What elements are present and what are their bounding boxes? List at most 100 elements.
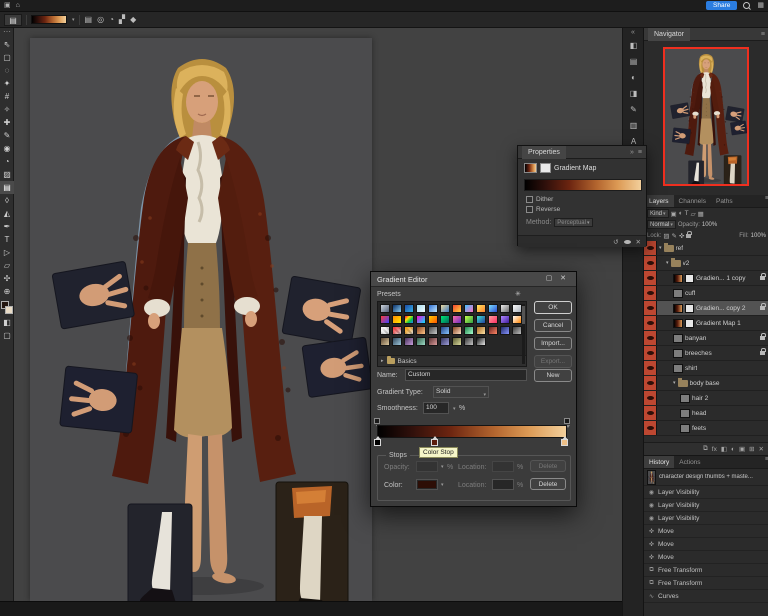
layer-row[interactable]: ▾ ref	[644, 241, 768, 256]
layer-visibility-toggle[interactable]	[644, 361, 657, 375]
lock-transparency-icon[interactable]: ▨	[663, 232, 669, 240]
fill-value[interactable]: 100%	[751, 233, 766, 239]
gradient-preset-swatch[interactable]	[488, 315, 498, 324]
history-step[interactable]: ⧉ Free Transform	[644, 577, 768, 590]
layer-name[interactable]: Gradient Map 1	[696, 320, 741, 327]
gradient-preset-swatch[interactable]	[428, 304, 438, 313]
color-panel-icon[interactable]: ◧	[623, 38, 644, 54]
gradient-preset-swatch[interactable]	[428, 337, 438, 346]
gradient-preset-swatch[interactable]	[416, 337, 426, 346]
angle-gradient-icon[interactable]: ◔	[108, 15, 115, 24]
layer-visibility-toggle[interactable]	[644, 376, 657, 390]
linear-gradient-icon[interactable]: ▤	[84, 15, 94, 24]
reflected-gradient-icon[interactable]: ▞	[118, 15, 126, 24]
screen-mode-icon[interactable]: ▢	[0, 329, 14, 342]
layer-visibility-toggle[interactable]	[644, 346, 657, 360]
gradient-preset-swatch[interactable]	[440, 304, 450, 313]
layer-visibility-toggle[interactable]	[644, 256, 657, 270]
gradient-preset-swatch[interactable]	[452, 315, 462, 324]
chevron-down-icon[interactable]: ▾	[72, 17, 75, 23]
radial-gradient-icon[interactable]: ◎	[96, 15, 105, 24]
diamond-gradient-icon[interactable]: ◆	[129, 15, 137, 24]
gradient-preset-swatch[interactable]	[452, 337, 462, 346]
export-button[interactable]: Export...	[534, 355, 572, 368]
gradient-preset-swatch[interactable]	[512, 326, 522, 335]
adjustment-thumbnail[interactable]	[524, 163, 537, 173]
quick-select-tool[interactable]: ✦	[0, 77, 14, 90]
presets-scrollbar[interactable]	[522, 304, 525, 364]
group-disclosure-icon[interactable]: ▾	[673, 380, 676, 386]
color-location-input[interactable]	[492, 479, 514, 490]
gradient-preset-swatch[interactable]	[380, 326, 390, 335]
navigator-proxy-view[interactable]	[663, 47, 749, 186]
share-button[interactable]: Share	[706, 1, 737, 10]
history-step[interactable]: ⧉ Free Transform	[644, 564, 768, 577]
search-icon[interactable]	[743, 2, 751, 10]
eyedropper-tool[interactable]: ✧	[0, 103, 14, 116]
layer-row[interactable]: ▾ breeches	[644, 346, 768, 361]
gradient-preset-swatch[interactable]	[488, 326, 498, 335]
active-tool-icon[interactable]: ▤	[4, 14, 22, 26]
chevron-down-icon[interactable]: ▾	[453, 406, 456, 412]
gradient-preset-swatch[interactable]	[404, 337, 414, 346]
toolbar-overflow-icon[interactable]: ⋯	[0, 28, 14, 38]
blur-tool[interactable]: ◊	[0, 194, 14, 207]
blend-mode-select[interactable]: Normal▾	[647, 220, 676, 229]
canvas-document[interactable]	[30, 38, 372, 601]
gradient-preset-swatch[interactable]	[440, 326, 450, 335]
color-stop-start[interactable]	[374, 439, 381, 446]
gradient-preset-swatch[interactable]	[512, 304, 522, 313]
preset-folder-row[interactable]: ▸ Basics	[378, 355, 526, 366]
link-layers-icon[interactable]: ⧉	[703, 445, 708, 453]
tab-actions[interactable]: Actions	[674, 456, 705, 468]
properties-header[interactable]: Properties » ≡	[518, 146, 646, 159]
layer-row[interactable]: ▾ hair 2	[644, 391, 768, 406]
gradient-preset-swatch[interactable]	[476, 304, 486, 313]
crop-tool[interactable]: #	[0, 90, 14, 103]
delete-adjustment-icon[interactable]: ✕	[636, 238, 641, 246]
brushes-panel-icon[interactable]: ✎	[623, 102, 644, 118]
brush-tool[interactable]: ✎	[0, 129, 14, 142]
layer-name[interactable]: Gradien... 1 copy	[696, 275, 746, 282]
layer-row[interactable]: ▾ banyan	[644, 331, 768, 346]
zoom-tool[interactable]: ⊕	[0, 285, 14, 298]
layer-name[interactable]: breeches	[685, 350, 712, 357]
chevron-down-icon[interactable]: ▾	[441, 482, 444, 488]
filter-shape-icon[interactable]: ▱	[691, 210, 696, 218]
filter-pixel-icon[interactable]: ▣	[671, 210, 677, 218]
history-step[interactable]: ✜ Move	[644, 525, 768, 538]
gradient-preset-swatch[interactable]	[392, 304, 402, 313]
path-select-tool[interactable]: ▷	[0, 246, 14, 259]
gradient-preset-swatch[interactable]	[392, 315, 402, 324]
gradient-preset-swatch[interactable]	[488, 304, 498, 313]
layer-mask-icon[interactable]: ◧	[721, 445, 727, 453]
gradient-preset-swatch[interactable]	[392, 337, 402, 346]
history-step[interactable]: ∿ Curves	[644, 590, 768, 603]
history-snapshot[interactable]: character design thumbs + maste...	[644, 469, 768, 486]
lock-all-icon[interactable]	[686, 234, 691, 238]
gradient-preset-swatch[interactable]	[404, 326, 414, 335]
pen-tool[interactable]: ✒	[0, 220, 14, 233]
gradient-preset-swatch[interactable]	[416, 315, 426, 324]
gradient-preset-swatch[interactable]	[428, 326, 438, 335]
reset-icon[interactable]: ↺	[613, 238, 618, 246]
quick-mask-icon[interactable]: ◧	[0, 316, 14, 329]
reverse-checkbox[interactable]	[526, 206, 533, 213]
gradient-preset-swatch[interactable]	[440, 337, 450, 346]
color-stop-mid[interactable]	[431, 439, 438, 446]
gradient-tool[interactable]: ▤	[0, 181, 14, 194]
gradient-preset-swatch[interactable]	[512, 315, 522, 324]
tab-history[interactable]: History	[644, 456, 674, 468]
layer-name[interactable]: Gradien... copy 2	[696, 305, 746, 312]
layer-name[interactable]: hair 2	[692, 395, 708, 402]
brush-settings-panel-icon[interactable]: ▥	[623, 118, 644, 134]
visibility-icon[interactable]	[624, 240, 631, 244]
history-step[interactable]: ◉ Layer Visibility	[644, 512, 768, 525]
layer-name[interactable]: feets	[692, 425, 706, 432]
layer-name[interactable]: head	[692, 410, 706, 417]
layer-row[interactable]: ▾ cuff	[644, 286, 768, 301]
layer-filter-select[interactable]: Kind▾	[647, 209, 669, 218]
filter-adjustment-icon[interactable]: ◐	[679, 210, 683, 217]
clone-stamp-tool[interactable]: ◉	[0, 142, 14, 155]
hand-tool[interactable]: ✣	[0, 272, 14, 285]
